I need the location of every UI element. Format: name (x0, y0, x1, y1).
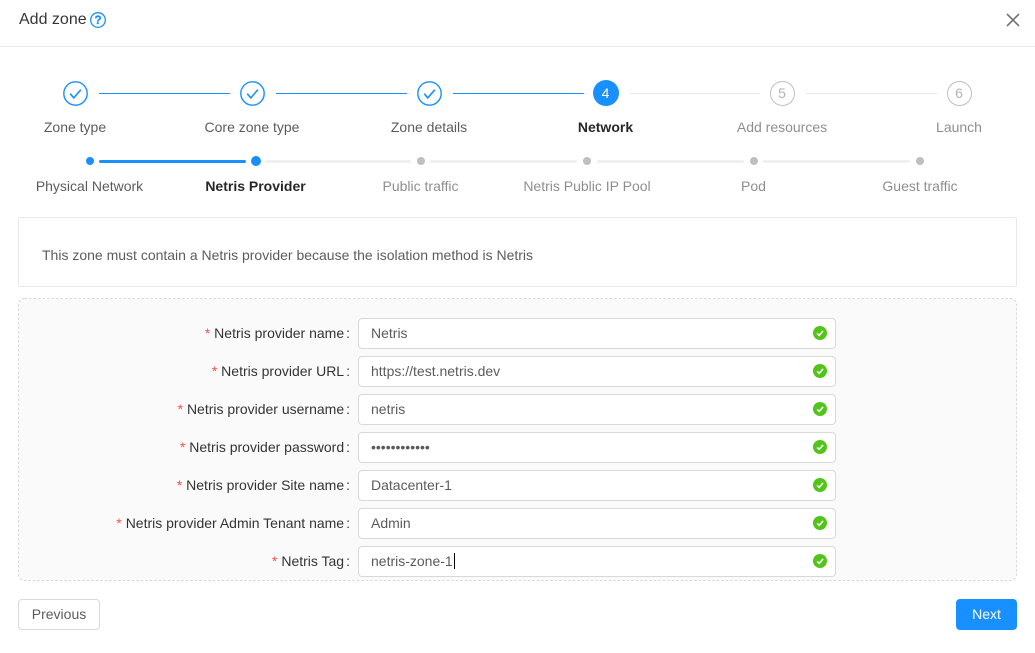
svg-text:?: ? (94, 15, 101, 27)
